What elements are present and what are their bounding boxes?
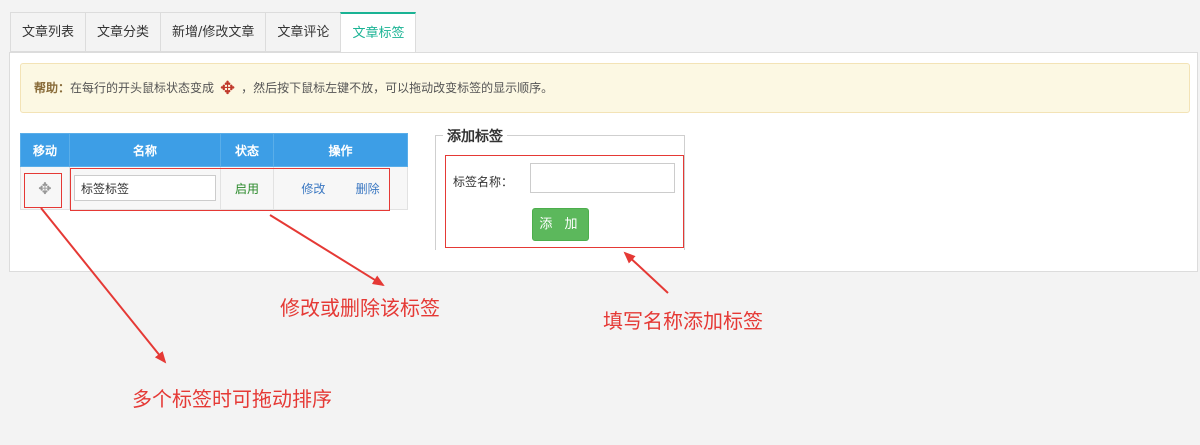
annotation-arrows bbox=[40, 207, 669, 364]
note-drag-sort: 多个标签时可拖动排序 bbox=[132, 387, 332, 411]
note-fill-add: 填写名称添加标签 bbox=[603, 309, 763, 333]
note-edit-delete: 修改或删除该标签 bbox=[280, 296, 440, 320]
edit-arrow bbox=[269, 214, 385, 287]
drag-arrow bbox=[40, 207, 167, 364]
add-arrow bbox=[623, 251, 669, 294]
